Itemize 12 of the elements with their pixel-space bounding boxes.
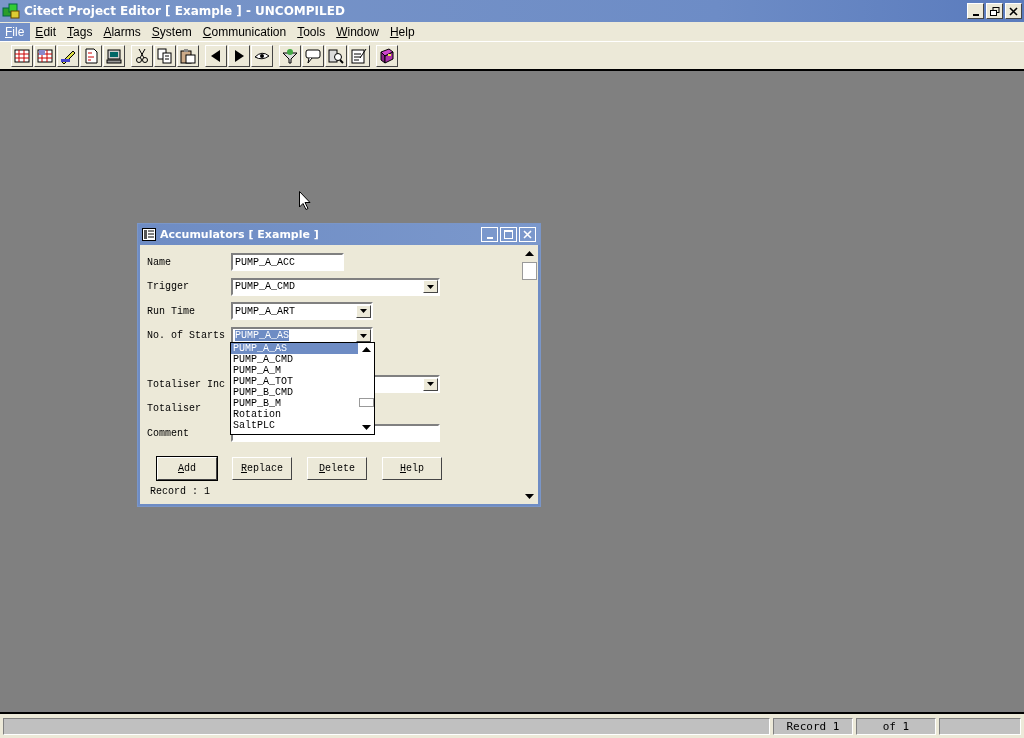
field-label: Totaliser xyxy=(147,403,202,415)
field-label: Trigger xyxy=(147,281,190,293)
status-panel: of 1 xyxy=(856,717,936,735)
window-title: Citect Project Editor [ Example ] - UNCOMPILED xyxy=(24,4,346,18)
record-label: Record : 1 xyxy=(150,485,211,497)
field-label: No. of Starts xyxy=(147,330,226,342)
status-panel: Record 1 xyxy=(773,717,853,735)
field-label: Run Time xyxy=(147,305,196,317)
field-label: Totaliser Inc xyxy=(147,378,226,390)
field-label: Comment xyxy=(147,427,190,439)
field-label: Name xyxy=(147,256,172,268)
window-title: Accumulators [ Example ] xyxy=(160,228,320,241)
